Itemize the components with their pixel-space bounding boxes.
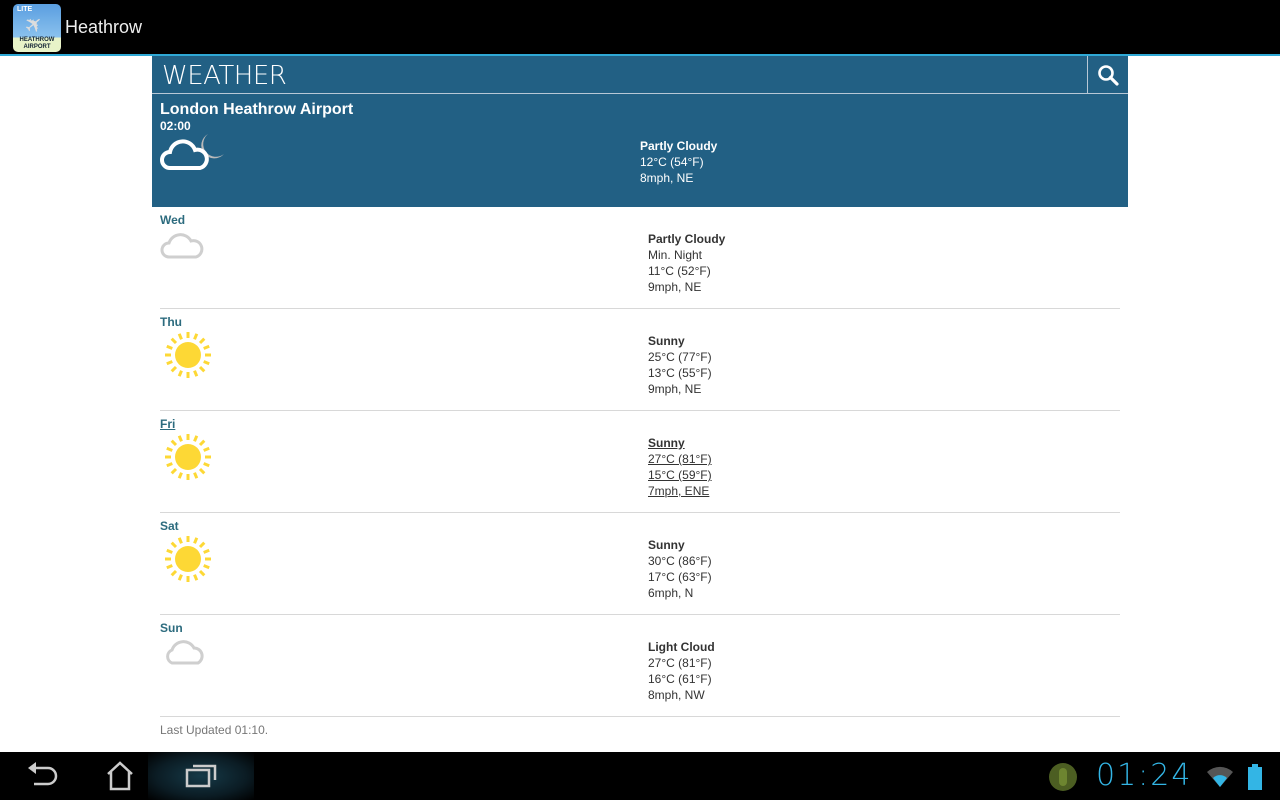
search-button[interactable] [1087,56,1128,94]
observation-time: 02:00 [160,119,191,133]
forecast-row-sat[interactable]: Sat Sunny 30°C (86°F) 17°C (63°F) 6mph, N [160,513,1120,615]
notification-app-icon[interactable] [1048,762,1078,792]
weather-header: WEATHER [152,56,1128,94]
forecast-info: Sunny 25°C (77°F) 13°C (55°F) 9mph, NE [648,333,712,397]
forecast-info: Sunny 27°C (81°F) 15°C (59°F) 7mph, ENE [648,435,712,499]
system-nav-bar: 01:24 [0,752,1280,800]
location-name: London Heathrow Airport [160,101,354,118]
app-title: Heathrow [65,17,143,37]
weather-panel: WEATHER London Heathrow Airport 02:00 Pa… [152,56,1128,743]
forecast-detail: 8mph, NW [648,688,705,702]
forecast-detail: 13°C (55°F) [648,366,712,380]
sunny-icon [160,431,216,488]
forecast-detail: 7mph, ENE [648,484,710,498]
forecast-detail: 15°C (59°F) [648,468,712,482]
forecast-detail: 11°C (52°F) [648,264,711,278]
forecast-info: Light Cloud 27°C (81°F) 16°C (61°F) 8mph, N… [648,639,715,703]
partly-cloudy-night-icon [160,227,218,266]
forecast-detail: 27°C (81°F) [648,452,712,466]
forecast-row-sun[interactable]: Sun Light Cloud 27°C (81°F) 16°C (61°F) 8mph… [160,615,1120,717]
forecast-detail: 17°C (63°F) [648,570,712,584]
forecast-detail: 25°C (77°F) [648,350,712,364]
back-icon[interactable] [22,760,62,792]
forecast-detail: 16°C (61°F) [648,672,712,686]
condition: Sunny [648,334,685,348]
partly-cloudy-night-icon [160,134,226,177]
forecast-row-wed[interactable]: Wed Partly Cloudy Min. Night 11°C (52°F) 9mp… [160,207,1120,309]
condition: Light Cloud [648,640,715,654]
day-label: Sat [160,519,179,533]
condition: Partly Cloudy [648,232,726,246]
status-clock: 01:24 [1096,758,1193,793]
forecast-detail: 6mph, N [648,586,694,600]
recent-apps-icon[interactable] [181,760,221,792]
forecast-row-fri[interactable]: Fri Sunny 27°C (81°F) 15°C (59°F) 7mph, ENE [160,411,1120,513]
light-cloud-icon [160,635,216,674]
wifi-icon [1207,766,1233,787]
battery-icon [1248,764,1262,790]
day-label: Sun [160,621,183,635]
current-conditions: London Heathrow Airport 02:00 Partly Clo… [152,94,1128,207]
sunny-icon [160,533,216,590]
search-icon [1098,65,1119,86]
condition: Sunny [648,436,685,450]
day-label: Fri [160,417,176,431]
current-info: Partly Cloudy 12°C (54°F) 8mph, NE [640,138,717,186]
forecast-detail: 9mph, NE [648,382,702,396]
forecast-detail: 30°C (86°F) [648,554,712,568]
forecast-detail: 27°C (81°F) [648,656,712,670]
page-title: WEATHER [162,61,287,91]
sunny-icon [160,329,216,386]
home-icon[interactable] [100,760,140,792]
day-label: Wed [160,213,186,227]
logo-label: HEATHROW AIRPORT [19,37,55,50]
app-logo[interactable]: LITE ✈ HEATHROW AIRPORT [13,4,61,52]
forecast-info: Partly Cloudy Min. Night 11°C (52°F) 9mph, … [648,231,725,295]
forecast-detail: Min. Night [648,248,703,262]
last-updated: Last Updated 01:10. [160,723,269,737]
condition: Sunny [648,538,685,552]
wind: 8mph, NE [640,171,694,185]
condition: Partly Cloudy [640,139,718,153]
forecast-detail: 9mph, NE [648,280,702,294]
forecast-info: Sunny 30°C (86°F) 17°C (63°F) 6mph, N [648,537,712,601]
temperature: 12°C (54°F) [640,155,704,169]
forecast-row-thu[interactable]: Thu Sunny 25°C (77°F) 13°C (55°F) 9mph, NE [160,309,1120,411]
action-bar: LITE ✈ HEATHROW AIRPORT Heathrow [0,0,1280,56]
day-label: Thu [160,315,182,329]
